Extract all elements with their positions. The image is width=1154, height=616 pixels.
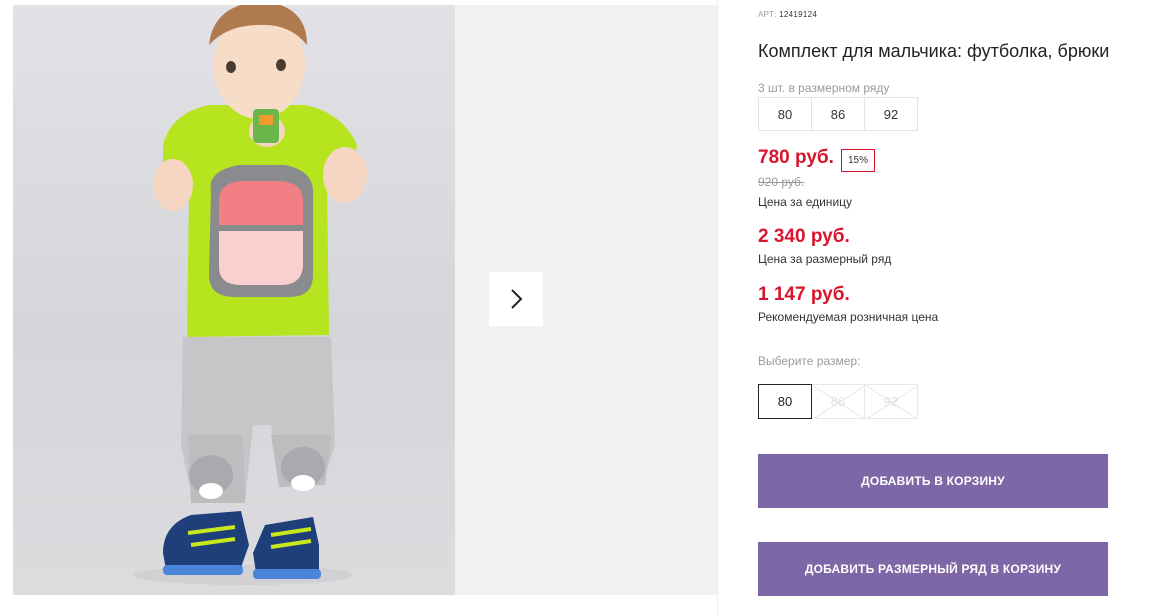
size-select-label: Выберите размер: [758,354,861,368]
chevron-right-icon [511,289,523,309]
size-row: 80 86 92 [758,97,918,131]
size-option-86: 86 [811,384,865,419]
size-option-label: 80 [777,394,793,409]
article-number: АРТ: 12419124 [758,10,817,19]
add-to-cart-button[interactable]: ДОБАВИТЬ В КОРЗИНУ [758,454,1108,508]
gallery-next-button[interactable] [489,272,543,326]
old-price: 920 руб. [758,175,805,189]
product-photo [13,5,455,595]
size-row-item: 92 [864,97,918,131]
size-row-item: 80 [758,97,812,131]
product-gallery [13,5,717,595]
unit-price-caption: Цена за единицу [758,195,853,209]
retail-price: 1 147 руб. [758,284,850,305]
size-selector: 80 86 92 [758,384,918,419]
row-price-caption: Цена за размерный ряд [758,252,892,266]
size-option-80[interactable]: 80 [758,384,812,419]
retail-price-caption: Рекомендуемая розничная цена [758,310,939,324]
unit-price: 780 руб. [758,147,834,168]
discount-badge: 15% [841,149,875,172]
unavailable-cross-icon [812,385,864,418]
unavailable-cross-icon [865,385,917,418]
article-label: АРТ: [758,10,777,19]
product-title: Комплект для мальчика: футболка, брюки [758,41,1110,61]
section-divider [717,0,718,616]
size-row-item: 86 [811,97,865,131]
size-row-label: 3 шт. в размерном ряду [758,81,890,95]
row-price: 2 340 руб. [758,226,850,247]
article-value: 12419124 [779,10,818,19]
add-size-row-to-cart-button[interactable]: ДОБАВИТЬ РАЗМЕРНЫЙ РЯД В КОРЗИНУ [758,542,1108,596]
size-option-92: 92 [864,384,918,419]
